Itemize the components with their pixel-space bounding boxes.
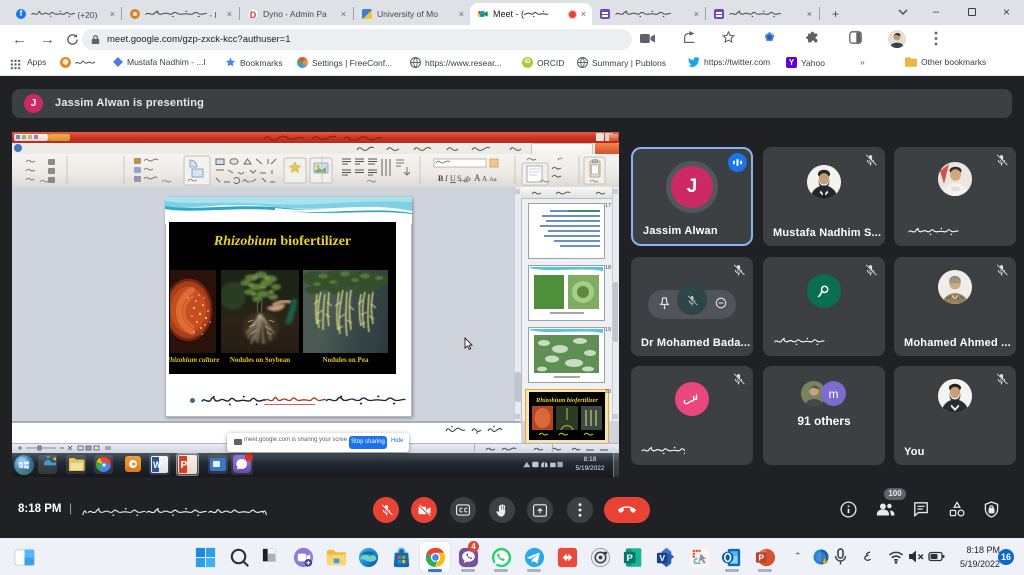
svg-text:V: V: [659, 553, 665, 563]
svg-text:P: P: [758, 552, 764, 562]
svg-text:P: P: [626, 553, 633, 564]
svg-text:Rhizobium biofertilizer: Rhizobium biofertilizer: [535, 397, 598, 404]
